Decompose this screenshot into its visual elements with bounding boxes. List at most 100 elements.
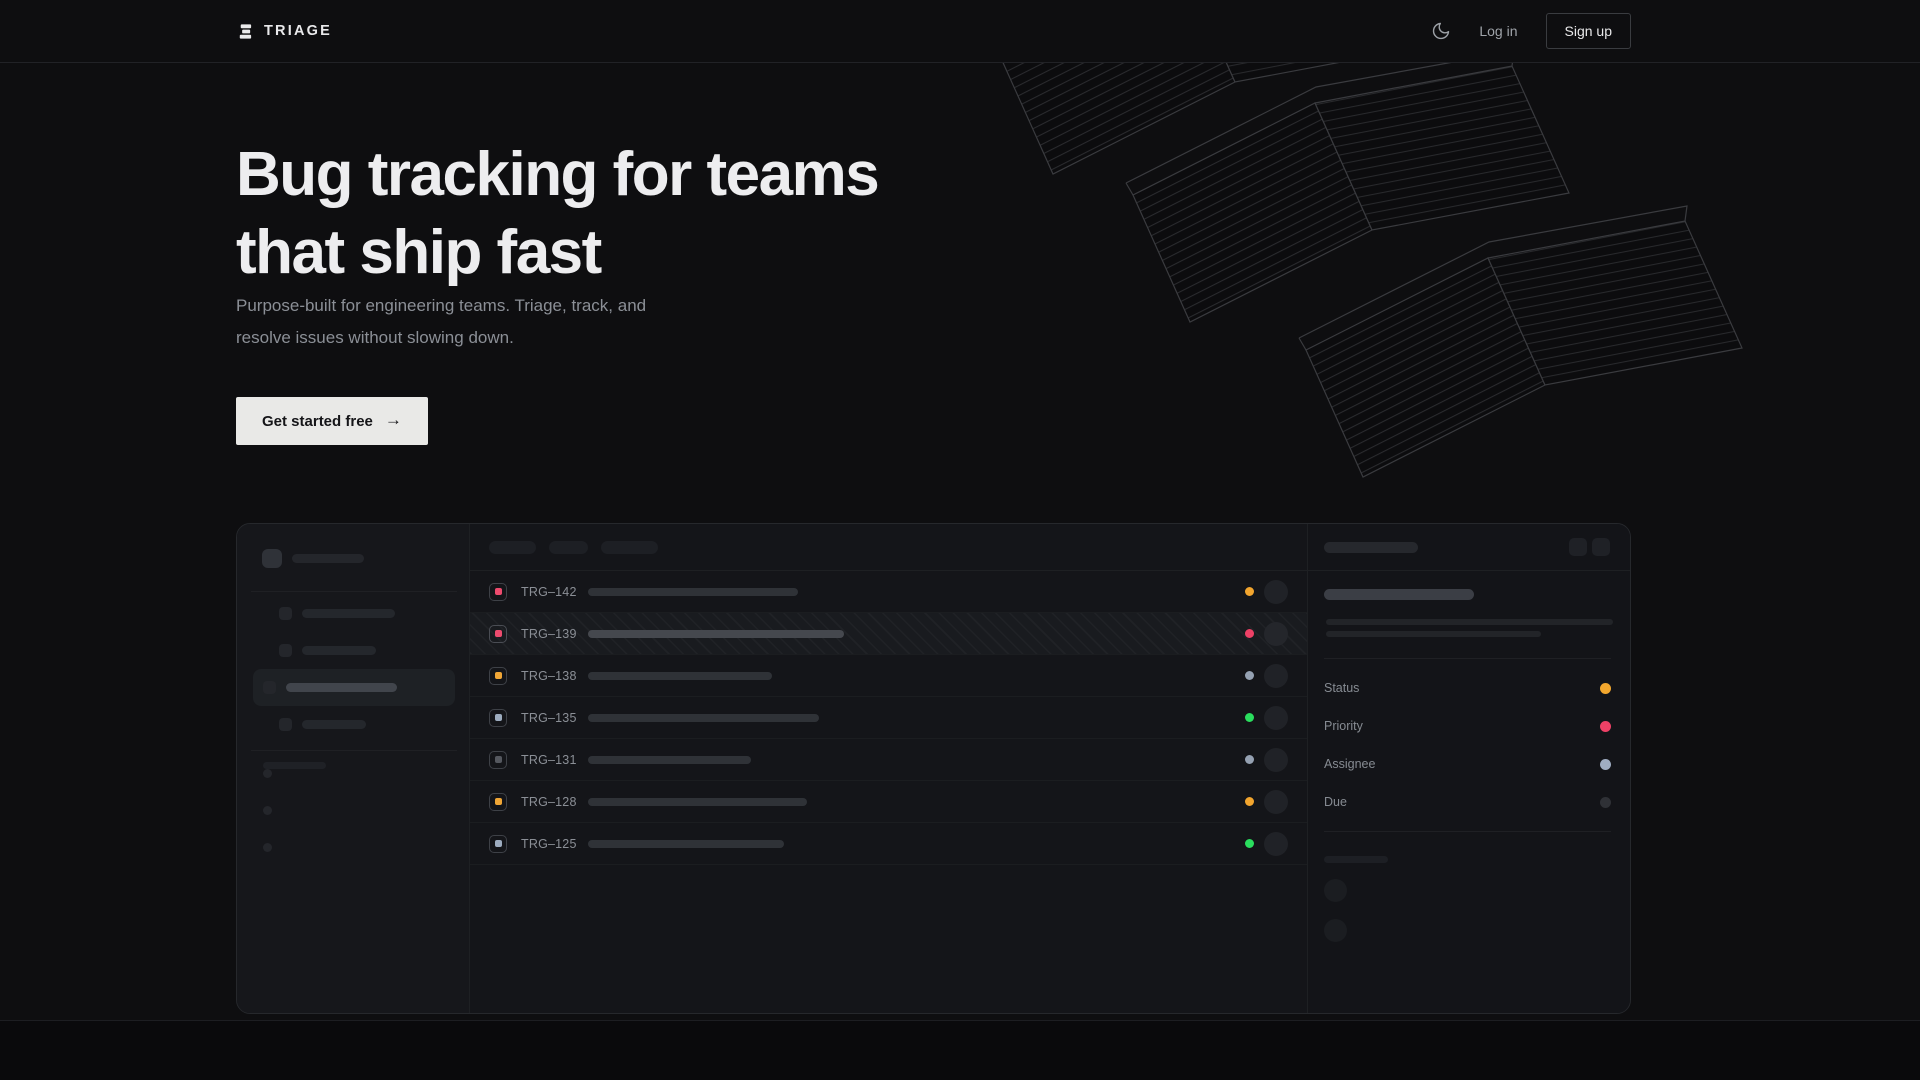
assignee-avatar xyxy=(1264,832,1288,856)
arrow-right-icon: → xyxy=(385,410,402,430)
theme-toggle-button[interactable] xyxy=(1431,21,1451,41)
issue-title-skeleton xyxy=(588,840,784,848)
field-value-dot xyxy=(1600,683,1611,694)
field-value-dot xyxy=(1600,759,1611,770)
issue-type-icon xyxy=(489,709,507,727)
sidebar-item-skeleton xyxy=(286,683,397,692)
issue-title-skeleton xyxy=(588,672,772,680)
issue-row[interactable]: TRG–135 xyxy=(470,697,1307,739)
brand-name: TRIAGE xyxy=(264,23,332,39)
field-label: Due xyxy=(1324,795,1347,809)
detail-text-skeleton xyxy=(1326,619,1613,625)
sidebar-dot xyxy=(263,806,272,815)
sidebar-item-icon xyxy=(279,644,292,657)
list-tab-skeleton xyxy=(601,541,658,554)
signup-button[interactable]: Sign up xyxy=(1546,13,1631,49)
issue-type-icon xyxy=(489,583,507,601)
issue-row[interactable]: TRG–138 xyxy=(470,655,1307,697)
detail-field-row[interactable]: Assignee xyxy=(1324,745,1611,783)
detail-fields: Status Priority Assignee Due xyxy=(1324,659,1611,821)
status-dot xyxy=(1245,587,1254,596)
field-value-dot xyxy=(1600,797,1611,808)
hero-subtext-line1: Purpose-built for engineering teams. Tri… xyxy=(236,290,646,322)
issue-rows: TRG–142 TRG–139 TRG–138 TRG–135 xyxy=(470,571,1307,865)
detail-action-button[interactable] xyxy=(1592,538,1610,556)
issue-type-icon xyxy=(489,835,507,853)
sidebar-item-skeleton xyxy=(302,609,395,618)
app-preview: TRG–142 TRG–139 TRG–138 TRG–135 xyxy=(236,523,1631,1014)
status-dot xyxy=(1245,755,1254,764)
brand[interactable]: TRIAGE xyxy=(236,23,332,40)
sidebar-item[interactable] xyxy=(253,632,462,669)
field-value-dot xyxy=(1600,721,1611,732)
issue-list-panel: TRG–142 TRG–139 TRG–138 TRG–135 xyxy=(470,524,1308,1013)
sidebar-item-icon xyxy=(263,681,276,694)
issue-title-skeleton xyxy=(588,798,807,806)
get-started-button[interactable]: Get started free → xyxy=(236,397,428,445)
assignee-avatar xyxy=(1264,580,1288,604)
sidebar-item-icon xyxy=(279,607,292,620)
detail-action-button[interactable] xyxy=(1569,538,1587,556)
workspace-switcher[interactable] xyxy=(237,524,469,568)
triage-bars-icon xyxy=(236,23,253,40)
issue-type-icon xyxy=(489,793,507,811)
sidebar-divider xyxy=(251,591,457,592)
list-tab-skeleton xyxy=(549,541,588,554)
detail-field-row[interactable]: Due xyxy=(1324,783,1611,821)
status-dot xyxy=(1245,629,1254,638)
field-label: Assignee xyxy=(1324,757,1375,771)
issue-id: TRG–139 xyxy=(521,627,588,641)
issue-id: TRG–142 xyxy=(521,585,588,599)
issue-row[interactable]: TRG–125 xyxy=(470,823,1307,865)
detail-divider xyxy=(1324,831,1611,832)
issue-title-skeleton xyxy=(588,756,751,764)
detail-title-skeleton xyxy=(1324,589,1474,600)
issue-id: TRG–138 xyxy=(521,669,588,683)
status-dot xyxy=(1245,713,1254,722)
issue-type-icon xyxy=(489,751,507,769)
detail-header xyxy=(1308,524,1630,571)
field-label: Priority xyxy=(1324,719,1363,733)
issue-detail-panel: Status Priority Assignee Due xyxy=(1308,524,1630,1013)
issue-list-header xyxy=(470,524,1307,571)
hero-heading-line2: that ship fast xyxy=(236,214,878,292)
sidebar-item-skeleton xyxy=(302,646,376,655)
detail-header-skeleton xyxy=(1324,542,1418,553)
issue-title-skeleton xyxy=(588,630,844,638)
detail-field-row[interactable]: Priority xyxy=(1324,707,1611,745)
comment-avatar-skeleton xyxy=(1324,919,1347,942)
sidebar-divider xyxy=(251,750,457,751)
status-dot xyxy=(1245,797,1254,806)
issue-row[interactable]: TRG–139 xyxy=(470,613,1307,655)
workspace-name-skeleton xyxy=(292,554,364,563)
moon-icon xyxy=(1431,21,1451,41)
issue-row[interactable]: TRG–142 xyxy=(470,571,1307,613)
status-dot xyxy=(1245,839,1254,848)
preview-sidebar xyxy=(237,524,470,1013)
issue-row[interactable]: TRG–131 xyxy=(470,739,1307,781)
sidebar-item[interactable] xyxy=(253,706,462,743)
issue-type-icon xyxy=(489,625,507,643)
sidebar-dot xyxy=(263,769,272,778)
field-label: Status xyxy=(1324,681,1359,695)
top-nav: TRIAGE Log in Sign up xyxy=(0,0,1920,63)
login-link[interactable]: Log in xyxy=(1479,23,1517,39)
detail-section-skeleton xyxy=(1324,856,1388,863)
assignee-avatar xyxy=(1264,622,1288,646)
sidebar-item-active[interactable] xyxy=(253,669,455,706)
issue-id: TRG–131 xyxy=(521,753,588,767)
sidebar-item-icon xyxy=(279,718,292,731)
issue-id: TRG–135 xyxy=(521,711,588,725)
hero-subtext: Purpose-built for engineering teams. Tri… xyxy=(236,290,646,354)
issue-type-icon xyxy=(489,667,507,685)
detail-field-row[interactable]: Status xyxy=(1324,669,1611,707)
issue-id: TRG–128 xyxy=(521,795,588,809)
list-tab-skeleton xyxy=(489,541,536,554)
issue-id: TRG–125 xyxy=(521,837,588,851)
assignee-avatar xyxy=(1264,664,1288,688)
sidebar-dot xyxy=(263,843,272,852)
sidebar-item[interactable] xyxy=(253,595,462,632)
get-started-label: Get started free xyxy=(262,413,373,430)
issue-row[interactable]: TRG–128 xyxy=(470,781,1307,823)
hero-subtext-line2: resolve issues without slowing down. xyxy=(236,322,646,354)
